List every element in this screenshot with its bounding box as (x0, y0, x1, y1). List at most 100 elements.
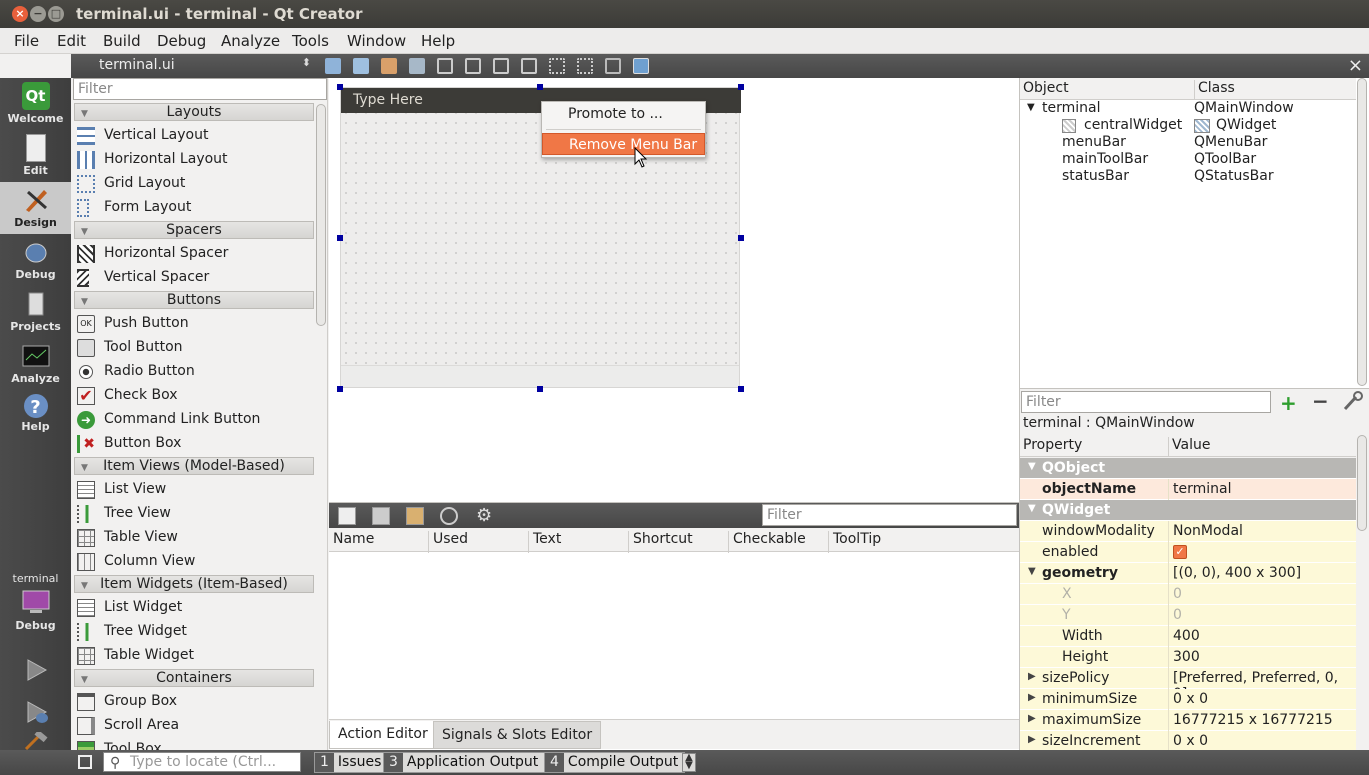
property-row-height[interactable]: Height 300 (1020, 647, 1356, 668)
widget-item[interactable]: Scroll Area (73, 714, 315, 738)
property-row-sizepolicy[interactable]: ▶ sizePolicy [Preferred, Preferred, 0, 0… (1020, 668, 1356, 702)
output-pane-compile-output[interactable]: 4 Compile Output (544, 752, 686, 773)
property-row-maximumsize[interactable]: ▶ maximumSize 16777215 x 16777215 (1020, 710, 1356, 731)
widget-item[interactable]: Grid Layout (73, 172, 315, 196)
mode-welcome[interactable]: Qt Welcome (0, 78, 71, 130)
property-row-y[interactable]: Y 0 (1020, 605, 1356, 626)
layout-horizontal-icon[interactable] (437, 58, 453, 74)
column-header[interactable]: Name (329, 531, 374, 553)
type-here-placeholder[interactable]: Type Here (353, 92, 423, 108)
remove-dynamic-property-icon[interactable]: − (1312, 389, 1329, 413)
property-row-windowmodality[interactable]: windowModality NonModal (1020, 521, 1356, 542)
category-layouts[interactable]: ▼ Layouts (74, 103, 314, 121)
edit-tab-order-icon[interactable] (409, 58, 425, 74)
enabled-checkbox[interactable]: ✓ (1173, 545, 1187, 559)
widget-item[interactable]: Column View (73, 550, 315, 574)
widget-item[interactable]: Group Box (73, 690, 315, 714)
layout-grid-icon[interactable] (577, 58, 593, 74)
menu-help[interactable]: Help (421, 32, 455, 50)
menu-item-remove-menu-bar[interactable]: Remove Menu Bar (542, 133, 705, 155)
tab-signals-slots-editor[interactable]: Signals & Slots Editor (433, 721, 602, 749)
open-documents-combo[interactable]: terminal.ui ⬍ (71, 54, 319, 78)
category-item-widgets[interactable]: ▼ Item Widgets (Item-Based) (74, 575, 314, 593)
mode-help[interactable]: ? Help (0, 390, 71, 442)
property-row-x[interactable]: X 0 (1020, 584, 1356, 605)
new-action-icon[interactable] (338, 507, 356, 525)
resize-handle[interactable] (738, 84, 744, 90)
mode-analyze[interactable]: Analyze (0, 338, 71, 390)
form-status-bar[interactable] (341, 365, 739, 387)
property-editor-scrollbar[interactable] (1357, 435, 1367, 745)
resize-handle[interactable] (337, 84, 343, 90)
property-group-qwidget[interactable]: ▼ QWidget (1020, 500, 1356, 521)
mode-projects[interactable]: Projects (0, 286, 71, 338)
output-pane-application-output[interactable]: 3 Application Output (383, 752, 546, 773)
object-inspector-scrollbar[interactable] (1357, 78, 1367, 386)
widget-item[interactable]: OK Push Button (73, 312, 315, 336)
widget-filter-input[interactable]: Filter (73, 78, 327, 100)
widget-item[interactable]: Tool Box (73, 738, 315, 750)
property-group-qobject[interactable]: ▼ QObject (1020, 458, 1356, 479)
paste-action-icon[interactable] (406, 507, 424, 525)
edit-widgets-icon[interactable] (325, 58, 341, 74)
property-row-enabled[interactable]: enabled ✓ (1020, 542, 1356, 563)
property-filter-input[interactable]: Filter (1021, 391, 1271, 413)
property-row-width[interactable]: Width 400 (1020, 626, 1356, 647)
menu-item-promote[interactable]: Promote to ... (542, 103, 705, 125)
window-maximize-button[interactable]: □ (48, 6, 64, 22)
column-header[interactable]: Class (1194, 80, 1235, 100)
mode-design[interactable]: Design (0, 182, 71, 234)
gear-icon[interactable]: ⚙ (476, 507, 494, 525)
widget-item[interactable]: Tool Button (73, 336, 315, 360)
tree-row[interactable]: ▼ terminal QMainWindow (1020, 100, 1356, 118)
window-close-button[interactable]: × (12, 6, 28, 22)
adjust-size-icon[interactable] (633, 58, 649, 74)
edit-buddies-icon[interactable] (381, 58, 397, 74)
widget-item[interactable]: ✖ Button Box (73, 432, 315, 456)
column-header[interactable]: Text (528, 531, 561, 553)
break-layout-icon[interactable] (605, 58, 621, 74)
property-row-minimumsize[interactable]: ▶ minimumSize 0 x 0 (1020, 689, 1356, 710)
scrollbar-thumb[interactable] (1357, 435, 1367, 531)
layout-form-icon[interactable] (549, 58, 565, 74)
widget-item[interactable]: List View (73, 478, 315, 502)
widget-item[interactable]: Tree View (73, 502, 315, 526)
add-dynamic-property-icon[interactable]: + (1280, 391, 1297, 415)
widget-item[interactable]: Vertical Layout (73, 124, 315, 148)
locator-input[interactable]: ⚲ Type to locate (Ctrl... (103, 752, 301, 772)
layout-vertical-icon[interactable] (465, 58, 481, 74)
property-row-sizeincrement[interactable]: ▶ sizeIncrement 0 x 0 (1020, 731, 1356, 751)
resize-handle[interactable] (738, 235, 744, 241)
column-header[interactable]: Object (1023, 80, 1069, 96)
column-header[interactable]: Value (1168, 437, 1210, 457)
widget-item[interactable]: Horizontal Spacer (73, 242, 315, 266)
menu-window[interactable]: Window (347, 32, 406, 50)
resize-handle[interactable] (738, 386, 744, 392)
mode-debug[interactable]: Debug (0, 234, 71, 286)
column-header[interactable]: Checkable (728, 531, 806, 553)
layout-splitter-v-icon[interactable] (521, 58, 537, 74)
scrollbar-thumb[interactable] (316, 104, 326, 326)
tree-row[interactable]: mainToolBar QToolBar (1020, 151, 1356, 169)
widget-item[interactable]: Form Layout (73, 196, 315, 220)
resize-handle[interactable] (337, 386, 343, 392)
widget-item[interactable]: Table Widget (73, 644, 315, 668)
column-header[interactable]: ToolTip (828, 531, 881, 553)
edit-signals-slots-icon[interactable] (353, 58, 369, 74)
widget-item[interactable]: Table View (73, 526, 315, 550)
category-spacers[interactable]: ▼ Spacers (74, 221, 314, 239)
menu-build[interactable]: Build (103, 32, 141, 50)
action-filter-input[interactable]: Filter (762, 504, 1017, 526)
widget-box-scrollbar[interactable] (316, 102, 326, 748)
debug-run-icon[interactable] (22, 698, 50, 726)
menu-edit[interactable]: Edit (57, 32, 86, 50)
build-hammer-icon[interactable] (22, 732, 50, 750)
resize-handle[interactable] (537, 84, 543, 90)
output-pane-issues[interactable]: 1 Issues (314, 752, 389, 773)
menu-tools[interactable]: Tools (292, 32, 329, 50)
menu-debug[interactable]: Debug (157, 32, 206, 50)
mode-edit[interactable]: Edit (0, 130, 71, 182)
tree-row[interactable]: menuBar QMenuBar (1020, 134, 1356, 152)
window-minimize-button[interactable]: − (30, 6, 46, 22)
toggle-sidebar-icon[interactable] (78, 755, 92, 769)
